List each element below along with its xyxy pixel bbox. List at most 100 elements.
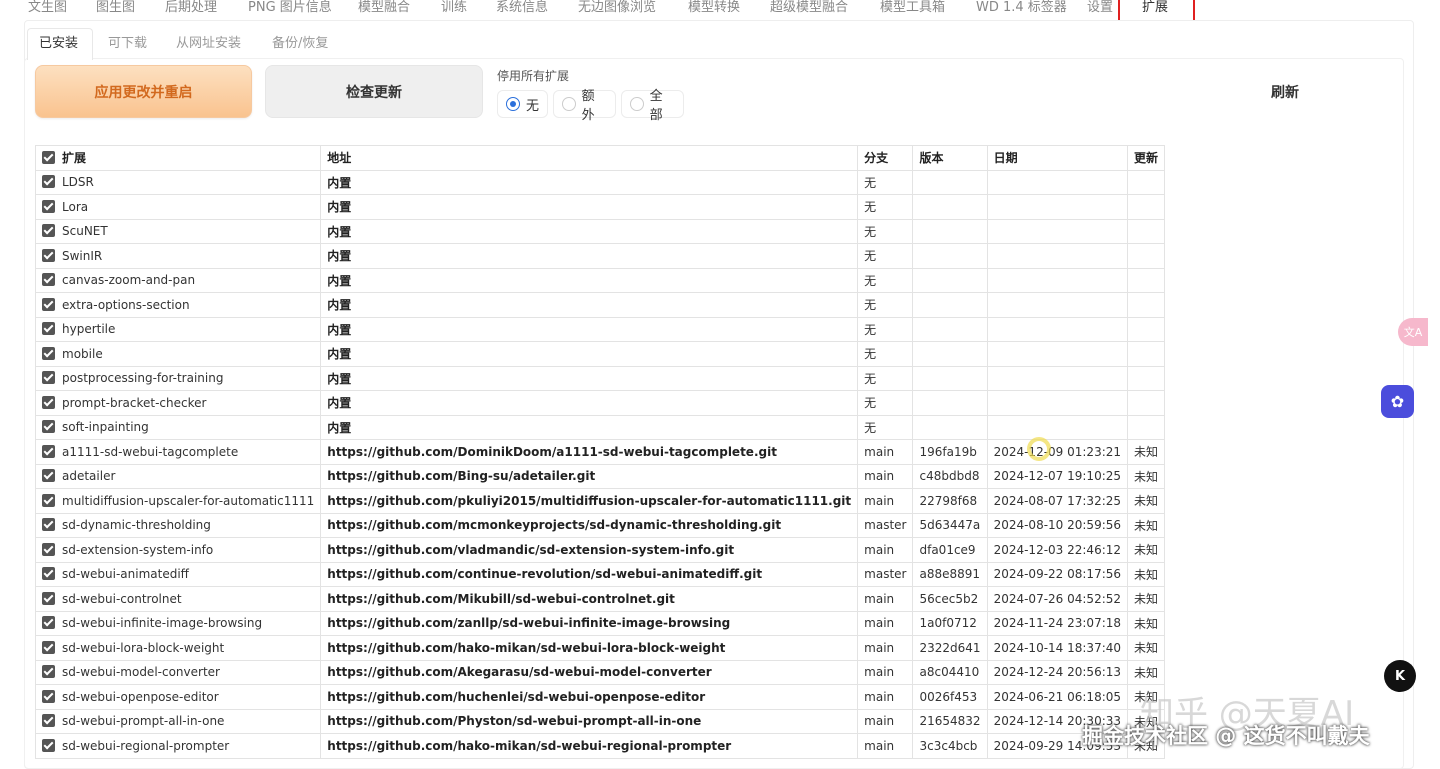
- tab-extras[interactable]: 后期处理: [165, 0, 217, 16]
- extension-checkbox[interactable]: [42, 714, 55, 728]
- check-updates-button[interactable]: 检查更新: [265, 65, 483, 118]
- extension-checkbox[interactable]: [42, 297, 55, 311]
- radio-none[interactable]: 无: [497, 90, 548, 118]
- url-cell[interactable]: https://github.com/Physton/sd-webui-prom…: [320, 708, 859, 734]
- tab-png-info[interactable]: PNG 图片信息: [248, 0, 332, 16]
- table-row: sd-webui-lora-block-weight https://github…: [34, 635, 1166, 661]
- url-cell[interactable]: 内置: [320, 169, 859, 195]
- tab-system-info[interactable]: 系统信息: [496, 0, 548, 16]
- extension-checkbox[interactable]: [42, 273, 55, 287]
- url-cell[interactable]: 内置: [320, 267, 859, 293]
- extension-name: hypertile: [62, 322, 116, 337]
- date-cell: 2024-08-10 20:59:56: [986, 512, 1129, 538]
- url-cell[interactable]: 内置: [320, 243, 859, 269]
- url-cell[interactable]: https://github.com/huchenlei/sd-webui-op…: [320, 684, 859, 710]
- url-cell[interactable]: https://github.com/Mikubill/sd-webui-con…: [320, 586, 859, 612]
- extension-checkbox[interactable]: [42, 493, 55, 507]
- radio-all[interactable]: 全部: [621, 89, 684, 123]
- extension-checkbox[interactable]: [42, 444, 55, 458]
- url-cell[interactable]: https://github.com/Akegarasu/sd-webui-mo…: [320, 659, 859, 685]
- extension-checkbox[interactable]: [42, 322, 55, 336]
- url-cell[interactable]: 内置: [320, 218, 859, 244]
- tab-wd14-tagger[interactable]: WD 1.4 标签器: [976, 0, 1067, 16]
- extension-checkbox[interactable]: [42, 591, 55, 605]
- extension-checkbox[interactable]: [42, 518, 55, 532]
- url-cell[interactable]: https://github.com/zanllp/sd-webui-infin…: [320, 610, 859, 636]
- extension-name-cell: LDSR: [34, 169, 322, 195]
- url-cell[interactable]: 内置: [320, 390, 859, 416]
- url-cell[interactable]: 内置: [320, 194, 859, 220]
- subtab-backup-restore[interactable]: 备份/恢复: [272, 36, 328, 52]
- url-cell[interactable]: https://github.com/continue-revolution/s…: [320, 561, 859, 587]
- translate-float-icon[interactable]: 文A: [1398, 318, 1428, 346]
- url-cell[interactable]: 内置: [320, 316, 859, 342]
- extension-checkbox[interactable]: [42, 469, 55, 483]
- extension-checkbox[interactable]: [42, 395, 55, 409]
- extension-checkbox[interactable]: [42, 199, 55, 213]
- extension-name-cell: sd-webui-openpose-editor: [34, 684, 322, 710]
- update-cell: 未知: [1127, 463, 1166, 489]
- url-cell[interactable]: https://github.com/pkuliyi2015/multidiff…: [320, 488, 859, 514]
- tab-model-convert[interactable]: 模型转换: [688, 0, 740, 16]
- update-cell: 未知: [1127, 586, 1166, 612]
- refresh-button[interactable]: 刷新: [1240, 82, 1330, 102]
- extension-name: LDSR: [62, 175, 94, 190]
- extension-checkbox[interactable]: [42, 420, 55, 434]
- url-cell[interactable]: https://github.com/hako-mikan/sd-webui-l…: [320, 635, 859, 661]
- extension-name: sd-webui-prompt-all-in-one: [62, 714, 225, 729]
- url-cell[interactable]: https://github.com/Bing-su/adetailer.git: [320, 463, 859, 489]
- branch-cell: main: [857, 537, 914, 563]
- tab-model-merge[interactable]: 模型融合: [358, 0, 410, 16]
- juejin-watermark: 掘金技术社区 @ 这货不叫戴夫: [1082, 724, 1370, 748]
- extension-checkbox[interactable]: [42, 738, 55, 752]
- subtab-installed[interactable]: 已安装: [39, 36, 78, 52]
- tab-train[interactable]: 训练: [441, 0, 467, 16]
- extension-checkbox[interactable]: [42, 224, 55, 238]
- url-cell[interactable]: https://github.com/mcmonkeyprojects/sd-d…: [320, 512, 859, 538]
- radio-extra[interactable]: 额外: [553, 89, 616, 123]
- extension-checkbox[interactable]: [42, 640, 55, 654]
- tab-settings[interactable]: 设置: [1087, 0, 1113, 16]
- radio-label: 无: [525, 98, 539, 114]
- extension-name-cell: ScuNET: [34, 218, 322, 244]
- extension-name-cell: sd-webui-lora-block-weight: [34, 635, 322, 661]
- radio-dot: [562, 97, 576, 111]
- update-cell: [1127, 341, 1166, 367]
- extension-checkbox[interactable]: [42, 616, 55, 630]
- version-cell: [912, 365, 988, 391]
- url-cell[interactable]: https://github.com/hako-mikan/sd-webui-r…: [320, 733, 859, 759]
- url-cell[interactable]: 内置: [320, 414, 859, 440]
- url-cell[interactable]: 内置: [320, 292, 859, 318]
- subtab-install-from-url[interactable]: 从网址安装: [176, 36, 241, 52]
- extension-checkbox[interactable]: [42, 567, 55, 581]
- select-all-checkbox[interactable]: [42, 151, 55, 165]
- k-badge-icon[interactable]: K: [1384, 660, 1416, 692]
- extension-checkbox[interactable]: [42, 371, 55, 385]
- tab-image-browser[interactable]: 无边图像浏览: [578, 0, 656, 16]
- assistant-float-icon[interactable]: ✿: [1381, 385, 1414, 418]
- tab-txt2img[interactable]: 文生图: [28, 0, 67, 16]
- table-row: Lora 内置无: [34, 194, 1166, 220]
- extension-checkbox[interactable]: [42, 175, 55, 189]
- extension-name: Lora: [62, 199, 89, 214]
- url-cell[interactable]: https://github.com/vladmandic/sd-extensi…: [320, 537, 859, 563]
- extension-checkbox[interactable]: [42, 248, 55, 262]
- branch-cell: 无: [857, 292, 914, 318]
- subtab-available[interactable]: 可下载: [108, 36, 147, 52]
- extension-name-cell: a1111-sd-webui-tagcomplete: [34, 439, 322, 465]
- tab-super-merge[interactable]: 超级模型融合: [770, 0, 848, 16]
- tab-img2img[interactable]: 图生图: [96, 0, 135, 16]
- url-cell[interactable]: 内置: [320, 365, 859, 391]
- extension-checkbox[interactable]: [42, 689, 55, 703]
- header-update: 更新: [1127, 145, 1166, 171]
- tab-model-toolkit[interactable]: 模型工具箱: [880, 0, 945, 16]
- update-cell: 未知: [1127, 635, 1166, 661]
- extension-checkbox[interactable]: [42, 542, 55, 556]
- url-cell[interactable]: https://github.com/DominikDoom/a1111-sd-…: [320, 439, 859, 465]
- extension-name-cell: sd-dynamic-thresholding: [34, 512, 322, 538]
- apply-and-restart-button[interactable]: 应用更改并重启: [35, 65, 252, 118]
- url-cell[interactable]: 内置: [320, 341, 859, 367]
- extension-checkbox[interactable]: [42, 665, 55, 679]
- update-cell: [1127, 414, 1166, 440]
- extension-checkbox[interactable]: [42, 346, 55, 360]
